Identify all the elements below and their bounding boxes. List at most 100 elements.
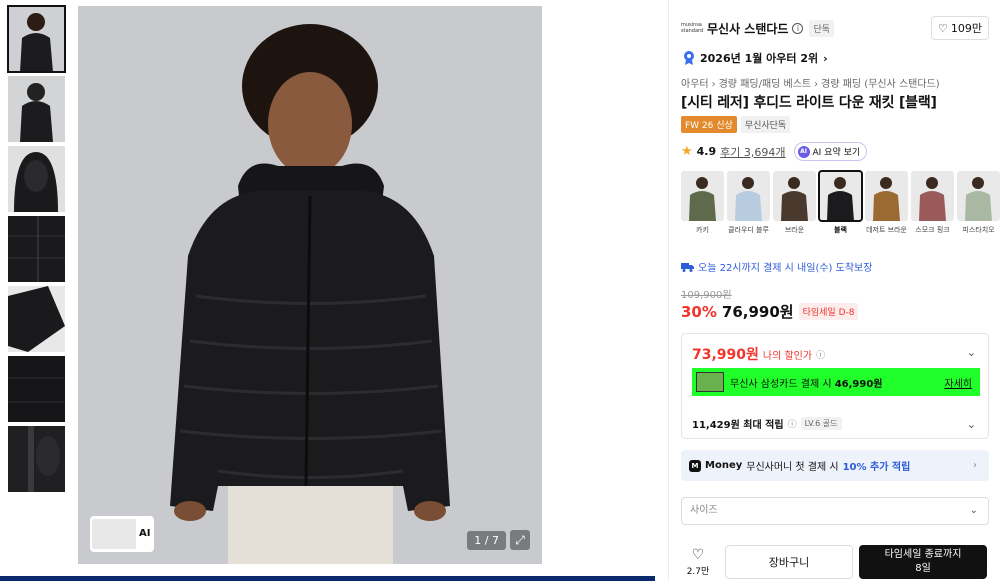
chevron-down-icon[interactable]: ⌄ [967, 418, 976, 431]
color-option-label: 카키 [696, 226, 709, 234]
musinsa-money-banner[interactable]: M Money 무신사머니 첫 결제 시 10% 추가 적립 › [681, 450, 989, 481]
brand-name[interactable]: 무신사 스탠다드 [707, 20, 788, 37]
color-swatch-image [911, 171, 954, 221]
ai-fit-preview-image [92, 519, 136, 549]
color-option-label: 피스타치오 [962, 226, 995, 234]
heart-icon: ♡ [691, 547, 705, 563]
color-option-label: 블랙 [834, 226, 847, 234]
color-swatch-image [957, 171, 1000, 221]
color-option[interactable]: 데저트 브라운 [865, 171, 908, 235]
season-badge: FW 26 신상 [681, 116, 737, 133]
my-discount-price[interactable]: 73,990원 나의 할인가 ⓘ [692, 344, 825, 364]
time-sale-badge: 타임세일 D-8 [798, 303, 859, 320]
rating-row: ★ 4.9 후기 3,694개 AI AI 요약 보기 [681, 142, 868, 161]
member-level-badge: LV.6 골드 [800, 417, 842, 430]
color-option-label: 스모크 핑크 [915, 226, 950, 234]
truck-icon [681, 262, 694, 272]
color-swatch-image [818, 170, 863, 222]
breadcrumb-item[interactable]: 아우터 [681, 79, 709, 90]
product-badges: FW 26 신상 무신사단독 [681, 116, 791, 133]
breadcrumb: 아우터 › 경량 패딩/패딩 베스트 › 경량 패딩 (무신사 스탠다드) [681, 75, 940, 90]
thumbnail-hood[interactable] [8, 146, 65, 212]
brand-like-button[interactable]: ♡ 109만 [931, 16, 989, 40]
breadcrumb-item[interactable]: 경량 패딩/패딩 베스트 [719, 79, 812, 90]
color-option[interactable]: 피스타치오 [957, 171, 1000, 235]
image-counter: 1 / 7 [467, 531, 506, 550]
product-page: AI 1 / 7 ⤢ musinsa standard 무신사 스탠다드 i 단… [0, 0, 1000, 581]
money-logo-icon: M [689, 459, 701, 472]
color-option[interactable]: 블랙 [818, 170, 863, 235]
exclusive-badge: 무신사단독 [740, 116, 791, 133]
my-price-amount: 73,990원 [692, 347, 759, 363]
color-swatch-image [727, 171, 770, 221]
expand-icon[interactable]: ⤢ [510, 530, 530, 550]
color-swatch-image [865, 171, 908, 221]
thumbnail-zip[interactable] [8, 216, 65, 282]
color-swatch-image [681, 171, 724, 221]
chevron-down-icon[interactable]: ⌄ [967, 346, 976, 359]
buy-button-line1: 타임세일 종료까지 [884, 549, 962, 560]
color-option[interactable]: 스모크 핑크 [911, 171, 954, 235]
bottom-edge-bar [0, 576, 655, 581]
size-select[interactable]: 사이즈 ⌄ [681, 497, 989, 525]
size-placeholder: 사이즈 [690, 505, 718, 516]
money-text: 무신사머니 첫 결제 시 [746, 462, 839, 473]
add-to-cart-button[interactable]: 장바구니 [725, 545, 853, 579]
color-option[interactable]: 카키 [681, 171, 724, 235]
ai-summary-button[interactable]: AI AI 요약 보기 [793, 142, 868, 161]
brand-row: musinsa standard 무신사 스탠다드 i 단독 ♡ 109만 [681, 14, 989, 42]
thumbnail-sleeve[interactable] [8, 286, 65, 352]
info-icon[interactable]: ⓘ [788, 417, 797, 430]
points-amount: 11,429원 최대 적립 [692, 420, 784, 431]
ranking-text: 2026년 1월 아우터 2위 [700, 52, 819, 65]
color-option[interactable]: 클라우디 블루 [727, 171, 770, 235]
product-info-panel: musinsa standard 무신사 스탠다드 i 단독 ♡ 109만 20… [668, 0, 1000, 581]
review-count-link[interactable]: 후기 3,694개 [720, 144, 785, 160]
thumbnail-front[interactable] [7, 5, 66, 73]
thumbnail-back[interactable] [8, 76, 65, 142]
brand-exclusive-tag: 단독 [809, 19, 835, 37]
card-promo-price: 46,990원 [834, 378, 883, 390]
thumbnail-list [7, 5, 66, 496]
medal-icon [684, 51, 694, 65]
ai-fit-button[interactable]: AI [90, 516, 154, 552]
buy-button-line2: 8일 [915, 563, 931, 574]
breadcrumb-item[interactable]: 경량 패딩 (무신사 스탠다드) [821, 79, 940, 90]
benefit-box: 73,990원 나의 할인가 ⓘ ⌄ 무신사 삼성카드 결제 시 46,990원… [681, 333, 989, 439]
delivery-guarantee: 오늘 22시까지 결제 시 내일(수) 도착보장 [681, 259, 872, 274]
card-promotion[interactable]: 무신사 삼성카드 결제 시 46,990원 자세히 [692, 368, 980, 396]
color-option-label: 브라운 [784, 226, 805, 234]
chevron-down-icon: ⌄ [969, 505, 978, 516]
chevron-right-icon: › [973, 460, 977, 471]
discount-rate: 30% [681, 302, 717, 321]
thumbnail-chest[interactable] [8, 356, 65, 422]
ranking-link[interactable]: 2026년 1월 아우터 2위 › [683, 50, 828, 66]
credit-card-icon [696, 372, 724, 392]
money-brand: Money [705, 460, 743, 471]
thumbnail-collar[interactable] [8, 426, 65, 492]
info-icon[interactable]: i [792, 22, 804, 34]
brand-like-count: 109만 [950, 22, 982, 35]
product-title: [시티 레저] 후디드 라이트 다운 재킷 [블랙] [681, 95, 937, 111]
purchase-actions: ♡ 2.7만 장바구니 타임세일 종료까지 8일 [681, 543, 989, 581]
original-price: 109,900원 [681, 290, 732, 301]
info-icon[interactable]: ⓘ [816, 348, 825, 361]
card-details-link[interactable]: 자세히 [944, 375, 972, 390]
color-option-label: 데저트 브라운 [866, 226, 907, 234]
chevron-right-icon: › [823, 51, 828, 65]
star-icon: ★ [681, 144, 693, 159]
rating-score: 4.9 [696, 145, 717, 158]
color-option[interactable]: 브라운 [773, 171, 816, 235]
price-row: 30% 76,990원 타임세일 D-8 [681, 301, 859, 322]
breadcrumb-separator-icon: › [814, 79, 819, 90]
heart-icon: ♡ [938, 21, 948, 35]
ai-icon: AI [797, 145, 810, 158]
brand-logo[interactable]: musinsa standard [681, 18, 703, 38]
breadcrumb-separator-icon: › [711, 79, 716, 90]
buy-button[interactable]: 타임세일 종료까지 8일 [859, 545, 987, 579]
wishlist-button[interactable]: ♡ 2.7만 [681, 547, 715, 577]
my-price-label: 나의 할인가 [762, 350, 813, 362]
wishlist-count: 2.7만 [686, 567, 710, 577]
points-row[interactable]: 11,429원 최대 적립 ⓘ LV.6 골드 [692, 416, 842, 431]
main-product-image[interactable]: AI 1 / 7 ⤢ [78, 6, 542, 564]
